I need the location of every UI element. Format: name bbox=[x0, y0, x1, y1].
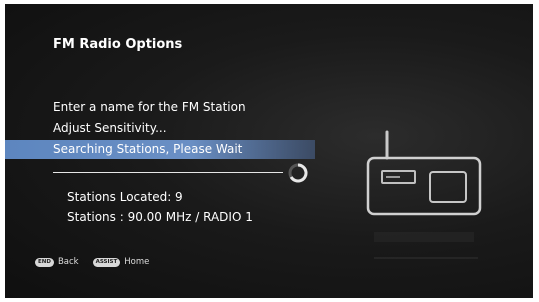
stations-located-text: Stations Located: 9 bbox=[67, 190, 183, 204]
back-hint[interactable]: END Back bbox=[35, 257, 79, 267]
menu-item-label: Searching Stations, Please Wait bbox=[53, 142, 243, 156]
spinner-icon bbox=[288, 163, 308, 183]
menu-item-enter-station-name[interactable]: Enter a name for the FM Station bbox=[53, 100, 246, 114]
search-progress-line bbox=[53, 172, 283, 173]
station-info-text: Stations : 90.00 MHz / RADIO 1 bbox=[67, 210, 253, 224]
footer-hints: END Back ASSIST Home bbox=[35, 257, 163, 267]
fm-radio-options-screen: FM Radio Options Enter a name for the FM… bbox=[5, 4, 533, 298]
menu-item-adjust-sensitivity[interactable]: Adjust Sensitivity... bbox=[53, 121, 167, 135]
end-key-icon: END bbox=[35, 257, 54, 267]
radio-icon bbox=[366, 130, 482, 259]
page-title: FM Radio Options bbox=[53, 37, 183, 52]
home-hint[interactable]: ASSIST Home bbox=[92, 257, 150, 267]
home-label: Home bbox=[124, 257, 150, 267]
assist-key-icon: ASSIST bbox=[92, 257, 121, 267]
back-label: Back bbox=[57, 257, 79, 267]
menu-item-searching-stations[interactable]: Searching Stations, Please Wait bbox=[5, 140, 315, 159]
